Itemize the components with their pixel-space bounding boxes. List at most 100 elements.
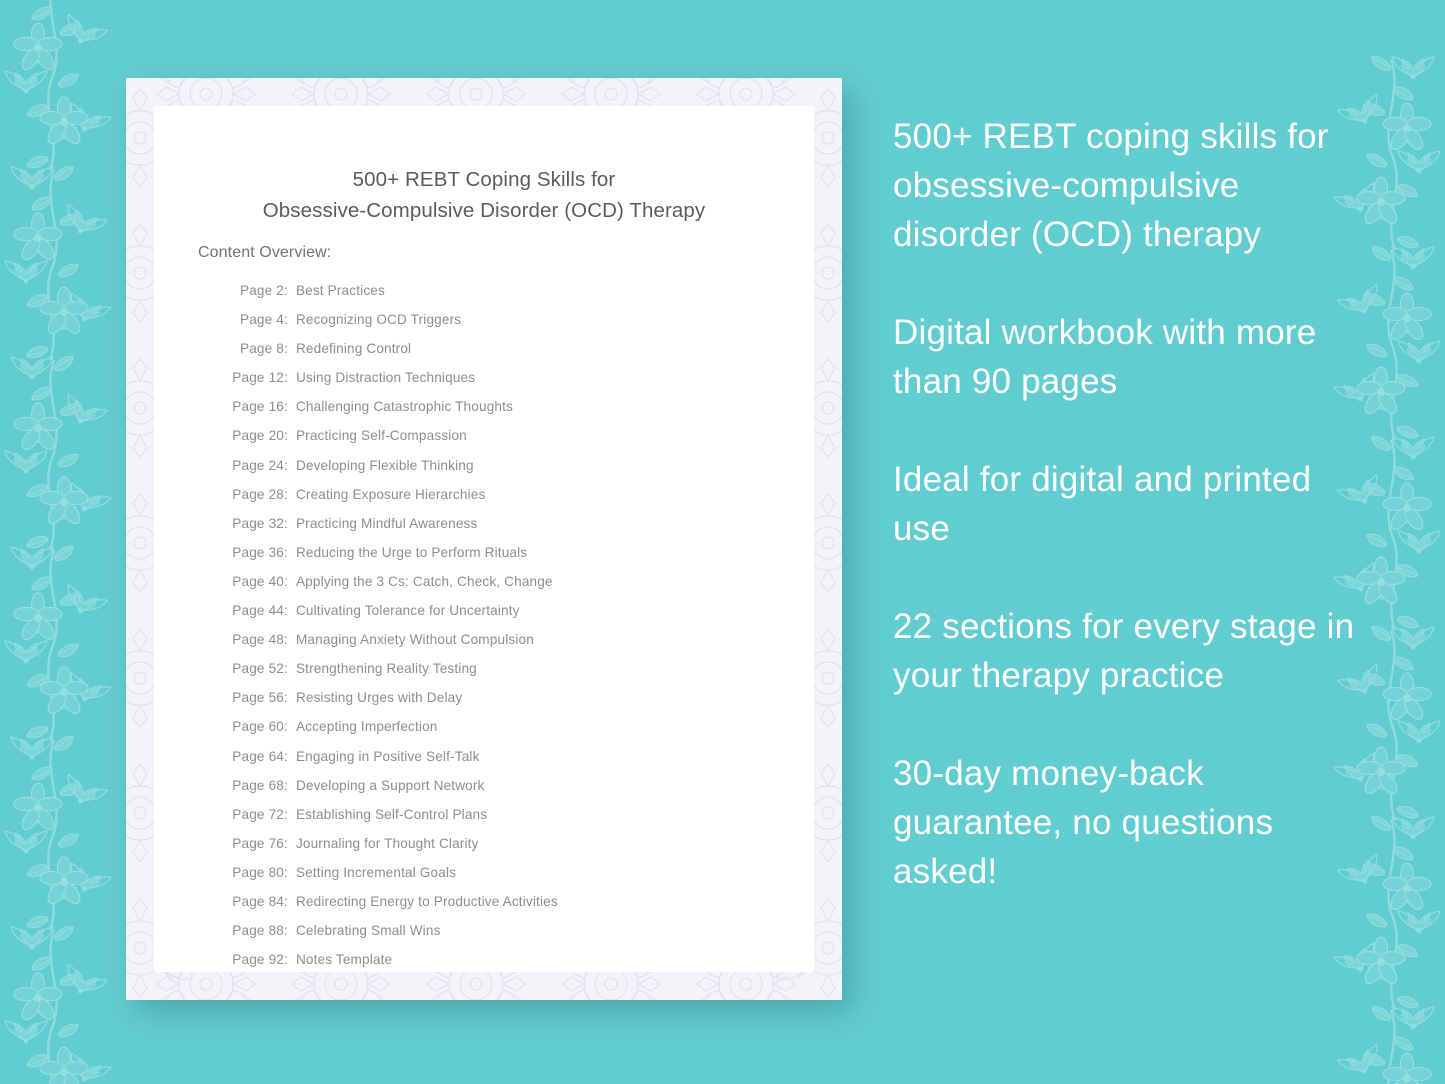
promo-column: 500+ REBT coping skills for obsessive-co… [893,112,1363,896]
toc-row[interactable]: Page 32: Practicing Mindful Awareness [222,516,790,545]
toc-separator: : [284,457,288,473]
toc-row[interactable]: Page 72: Establishing Self-Control Plans [222,807,790,836]
toc-separator: : [284,312,288,328]
toc-page-number: Page 36 [232,544,284,560]
page-title: 500+ REBT Coping Skills for Obsessive-Co… [154,164,814,226]
toc-page-number: Page 64 [232,748,284,764]
toc-page-number: Page 84 [232,893,284,909]
toc-entry-title: Strengthening Reality Testing [295,661,477,677]
toc-row[interactable]: Page 44: Cultivating Tolerance for Uncert… [222,603,790,632]
toc-entry-title: Managing Anxiety Without Compulsion [295,632,534,648]
table-of-contents: Page 2: Best Practices Page 4: Recognizing … [222,283,790,981]
document-sheet: 500+ REBT Coping Skills for Obsessive-Co… [154,106,814,972]
toc-separator: : [284,544,288,560]
toc-separator: : [284,893,288,909]
toc-entry-title: Engaging in Positive Self-Talk [295,748,480,764]
toc-entry-title: Applying the 3 Cs: Catch, Check, Change [295,573,553,589]
toc-page-number: Page 2 [240,283,284,298]
toc-separator: : [284,690,288,706]
toc-row[interactable]: Page 8: Redefining Control [222,341,790,370]
toc-row[interactable]: Page 36: Reducing the Urge to Perform Rit… [222,545,790,574]
toc-row[interactable]: Page 68: Developing a Support Network [222,778,790,807]
toc-entry-title: Reducing the Urge to Perform Rituals [295,544,528,560]
page-title-line-2: Obsessive-Compulsive Disorder (OCD) Ther… [262,199,706,222]
toc-page-number: Page 76 [232,835,284,851]
toc-row[interactable]: Page 48: Managing Anxiety Without Compuls… [222,632,790,661]
toc-separator: : [284,370,288,386]
toc-page-number: Page 4 [240,312,284,328]
toc-separator: : [284,923,288,939]
toc-row[interactable]: Page 28: Creating Exposure Hierarchies [222,487,790,516]
toc-entry-title: Notes Template [295,952,393,968]
toc-entry-title: Developing Flexible Thinking [295,457,474,473]
toc-entry-title: Creating Exposure Hierarchies [295,486,486,502]
toc-page-number: Page 16 [232,399,284,415]
toc-row[interactable]: Page 88: Celebrating Small Wins [222,923,790,952]
toc-row[interactable]: Page 92: Notes Template [222,952,790,981]
toc-page-number: Page 88 [232,923,284,939]
promo-block: 30-day money-back guarantee, no question… [893,754,1274,891]
toc-page-number: Page 32 [232,515,284,531]
toc-entry-title: Cultivating Tolerance for Uncertainty [295,603,520,619]
toc-page-number: Page 72 [232,806,284,822]
toc-separator: : [284,952,288,968]
toc-separator: : [284,719,288,735]
toc-entry-title: Resisting Urges with Delay [295,690,463,706]
toc-page-number: Page 8 [240,341,284,357]
toc-page-number: Page 68 [232,777,284,793]
toc-page-number: Page 20 [232,428,284,444]
toc-row[interactable]: Page 20: Practicing Self-Compassion [222,428,790,457]
toc-page-number: Page 44 [232,603,284,619]
toc-entry-title: Redefining Control [295,341,412,357]
toc-row[interactable]: Page 4: Recognizing OCD Triggers [222,312,790,341]
toc-entry-title: Journaling for Thought Clarity [295,835,479,851]
toc-separator: : [284,835,288,851]
toc-page-number: Page 80 [232,864,284,880]
toc-separator: : [284,632,288,648]
toc-separator: : [284,428,288,444]
toc-entry-title: Recognizing OCD Triggers [295,312,462,328]
toc-row[interactable]: Page 56: Resisting Urges with Delay [222,690,790,719]
toc-row[interactable]: Page 80: Setting Incremental Goals [222,865,790,894]
toc-separator: : [284,777,288,793]
promo-block: Digital workbook with more than 90 pages [893,313,1317,401]
toc-separator: : [284,864,288,880]
promo-block: 500+ REBT coping skills for obsessive-co… [893,117,1329,254]
toc-row[interactable]: Page 12: Using Distraction Techniques [222,370,790,399]
toc-row[interactable]: Page 60: Accepting Imperfection [222,719,790,748]
promo-block: Ideal for digital and printed use [893,460,1312,548]
toc-separator: : [284,486,288,502]
toc-row[interactable]: Page 64: Engaging in Positive Self-Talk [222,749,790,778]
toc-entry-title: Practicing Mindful Awareness [295,515,478,531]
toc-page-number: Page 92 [232,952,284,968]
toc-separator: : [284,573,288,589]
toc-row[interactable]: Page 84: Redirecting Energy to Productive… [222,894,790,923]
toc-separator: : [284,399,288,415]
toc-row[interactable]: Page 16: Challenging Catastrophic Thought… [222,399,790,428]
toc-page-number: Page 24 [232,457,284,473]
toc-row[interactable]: Page 52: Strengthening Reality Testing [222,661,790,690]
toc-separator: : [284,661,288,677]
toc-separator: : [284,341,288,357]
toc-page-number: Page 48 [232,632,284,648]
toc-page-number: Page 40 [232,573,284,589]
toc-row[interactable]: Page 76: Journaling for Thought Clarity [222,836,790,865]
page-title-line-1: 500+ REBT Coping Skills for [352,168,616,191]
toc-row[interactable]: Page 24: Developing Flexible Thinking [222,458,790,487]
toc-separator: : [284,806,288,822]
toc-entry-title: Accepting Imperfection [295,719,438,735]
toc-entry-title: Developing a Support Network [295,777,485,793]
toc-entry-title: Using Distraction Techniques [295,370,476,386]
floral-vine-border-left [0,0,142,1084]
toc-row[interactable]: Page 40: Applying the 3 Cs: Catch, Check,… [222,574,790,603]
toc-page-number: Page 12 [232,370,284,386]
toc-separator: : [284,283,288,298]
toc-page-number: Page 28 [232,486,284,502]
toc-entry-title: Redirecting Energy to Productive Activit… [295,893,558,909]
toc-entry-title: Establishing Self-Control Plans [295,806,488,822]
toc-page-number: Page 52 [232,661,284,677]
toc-page-number: Page 60 [232,719,284,735]
toc-entry-title: Challenging Catastrophic Thoughts [295,399,513,415]
toc-row[interactable]: Page 2: Best Practices [222,283,790,312]
toc-entry-title: Celebrating Small Wins [295,923,441,939]
